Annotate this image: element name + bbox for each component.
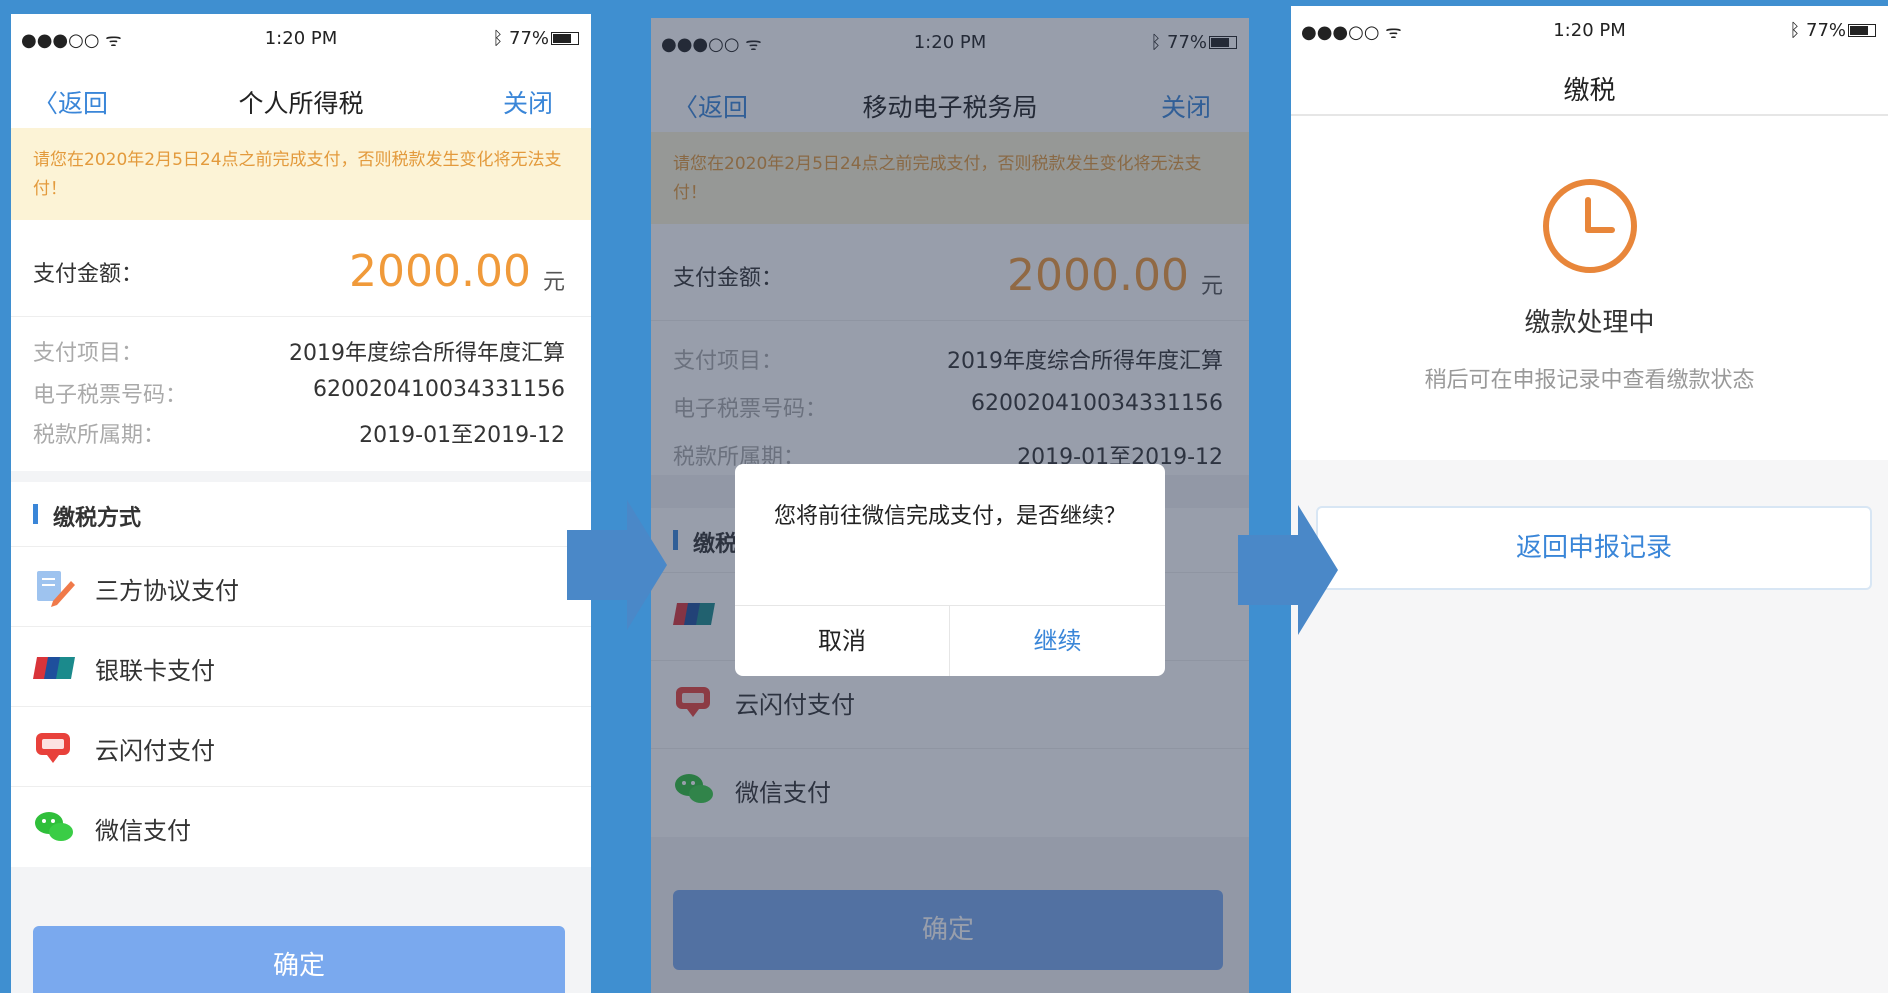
section-accent-bar [33, 504, 38, 524]
processing-title: 缴款处理中 [1524, 308, 1655, 338]
page-title: 缴税 [1563, 76, 1616, 106]
flow-arrow-icon [1238, 505, 1338, 635]
payment-deadline-notice: 请您在2020年2月5日24点之前完成支付，否则税款发生变化将无法支付！ [11, 128, 591, 220]
return-to-records-button[interactable]: 返回申报记录 [1316, 506, 1872, 590]
unionpay-card-icon [33, 657, 75, 679]
screen-payment-confirm-dialog: ●●●○○ ᯤ 1:20 PM ᛒ 77% 〈返回 移动电子税务局 关闭 请您在… [651, 18, 1249, 993]
payment-method-header: 缴税方式 [11, 482, 591, 546]
confirm-dialog: 您将前往微信完成支付，是否继续？ 取消 继续 [735, 464, 1165, 676]
detail-value: 620020410034331156 [313, 377, 565, 402]
status-bar: ●●●○○ ᯤ 1:20 PM ᛒ 77% [1291, 6, 1888, 60]
pen-doc-icon [37, 571, 75, 607]
screen-payment-processing: ●●●○○ ᯤ 1:20 PM ᛒ 77% 缴税 缴款处理中 稍后可在申报记录中… [1291, 6, 1888, 993]
method-label: 微信支付 [95, 817, 191, 845]
screen-personal-income-tax: ●●●○○ ᯤ 1:20 PM ᛒ 77% 〈返回 个人所得税 关闭 请您在20… [11, 14, 591, 993]
flow-arrow-icon [567, 500, 667, 630]
clock-icon [1543, 179, 1637, 273]
battery-indicator: ᛒ 77% [492, 28, 579, 49]
detail-row: 支付项目： 2019年度综合所得年度汇算 [33, 335, 565, 366]
payment-details: 支付项目： 2019年度综合所得年度汇算 电子税票号码： 62002041003… [11, 316, 591, 471]
cancel-button[interactable]: 取消 [735, 606, 949, 676]
detail-row: 税款所属期： 2019-01至2019-12 [33, 417, 565, 448]
nav-bar: 缴税 [1291, 60, 1888, 116]
detail-label: 支付项目： [33, 341, 144, 366]
nav-bar: 〈返回 个人所得税 关闭 [11, 68, 591, 128]
section-title: 缴税方式 [53, 506, 142, 531]
battery-icon [551, 32, 579, 45]
confirm-button[interactable]: 确定 [33, 926, 565, 993]
continue-button[interactable]: 继续 [950, 606, 1165, 676]
amount-label: 支付金额： [33, 262, 144, 287]
wechat-icon [35, 812, 73, 841]
detail-value: 2019年度综合所得年度汇算 [289, 341, 565, 366]
method-wechat[interactable]: 微信支付 [11, 786, 591, 867]
processing-subtitle: 稍后可在申报记录中查看缴款状态 [1424, 368, 1755, 393]
method-unionpay[interactable]: 银联卡支付 [11, 626, 591, 707]
method-label: 三方协议支付 [95, 577, 239, 605]
method-label: 云闪付支付 [95, 737, 215, 765]
dialog-buttons: 取消 继续 [735, 605, 1165, 676]
detail-label: 电子税票号码： [33, 383, 188, 408]
processing-card: 缴款处理中 稍后可在申报记录中查看缴款状态 [1291, 116, 1888, 460]
method-tripartite[interactable]: 三方协议支付 [11, 546, 591, 627]
close-button[interactable]: 关闭 [503, 84, 553, 120]
detail-value: 2019-01至2019-12 [359, 423, 565, 448]
detail-label: 税款所属期： [33, 423, 166, 448]
status-bar: ●●●○○ ᯤ 1:20 PM ᛒ 77% [11, 14, 591, 68]
method-label: 银联卡支付 [95, 657, 215, 685]
battery-icon [1848, 24, 1876, 37]
dialog-message: 您将前往微信完成支付，是否继续？ [773, 504, 1126, 529]
method-quickpass[interactable]: 云闪付支付 [11, 706, 591, 787]
amount-value: 2000.00 [349, 246, 531, 297]
amount-section: 支付金额： 2000.00 元 [11, 220, 591, 316]
quickpass-icon [36, 733, 70, 763]
detail-row: 电子税票号码： 620020410034331156 [33, 377, 565, 408]
battery-indicator: ᛒ 77% [1789, 20, 1876, 41]
amount-unit: 元 [542, 270, 565, 295]
